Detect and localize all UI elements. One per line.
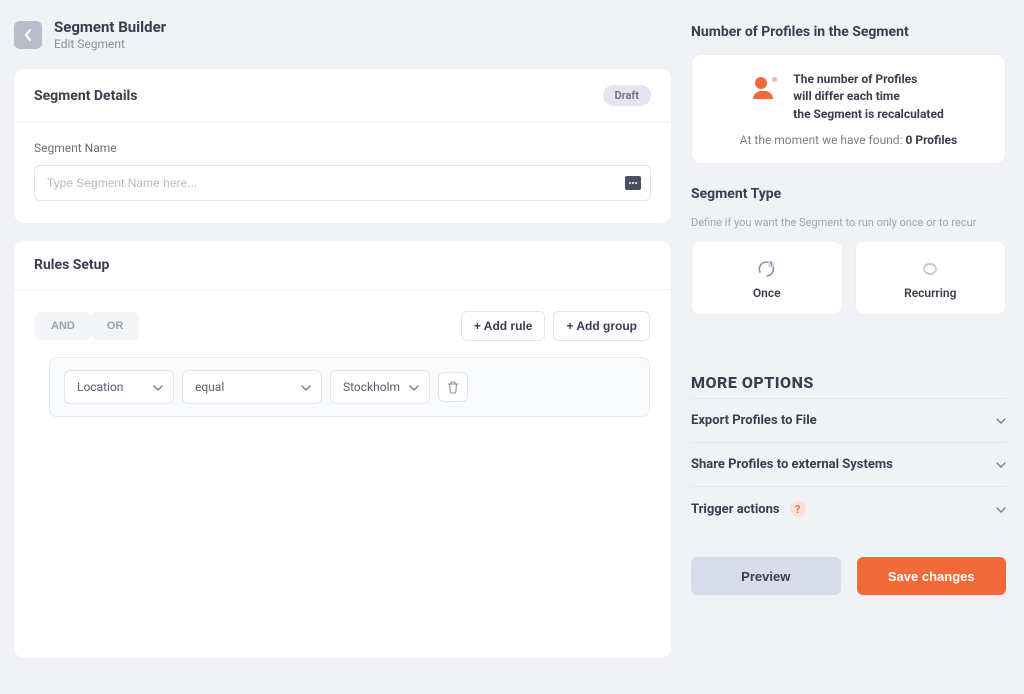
segment-type-sub: Define if you want the Segment to run on…: [691, 216, 1006, 229]
profiles-heading: Number of Profiles in the Segment: [691, 24, 1006, 40]
rule-value-select[interactable]: Stockholm: [330, 370, 430, 404]
type-once-label: Once: [692, 286, 842, 300]
logic-toggle: AND OR: [35, 312, 139, 340]
info-line: will differ each time: [793, 88, 943, 105]
info-line: The number of Profiles: [793, 71, 943, 88]
rule-field-value: Location: [77, 380, 123, 394]
rule-operator-select[interactable]: equal: [182, 370, 322, 404]
add-group-button[interactable]: + Add group: [553, 311, 650, 341]
segment-type-heading: Segment Type: [691, 186, 1006, 202]
page-title: Segment Builder: [54, 18, 166, 36]
type-recurring-card[interactable]: Recurring: [855, 241, 1007, 315]
logic-and-button[interactable]: AND: [35, 312, 91, 340]
chevron-down-icon: [409, 380, 419, 394]
preview-button[interactable]: Preview: [691, 557, 841, 595]
profiles-info-box: The number of Profiles will differ each …: [691, 54, 1006, 164]
option-trigger-label: Trigger actions: [691, 502, 780, 517]
once-icon: 1: [692, 258, 842, 280]
status-badge: Draft: [603, 85, 651, 106]
rules-heading: Rules Setup: [34, 257, 109, 273]
option-share[interactable]: Share Profiles to external Systems: [691, 442, 1006, 486]
delete-rule-button[interactable]: [438, 372, 468, 402]
trash-icon: [447, 381, 459, 394]
rule-row: Location equal Stockholm: [49, 357, 650, 417]
option-share-label: Share Profiles to external Systems: [691, 457, 893, 472]
page-subtitle: Edit Segment: [54, 37, 166, 51]
ellipsis-icon[interactable]: [625, 176, 641, 190]
page-header: Segment Builder Edit Segment: [14, 18, 671, 51]
segment-name-label: Segment Name: [34, 141, 651, 155]
profiles-found: At the moment we have found: 0 Profiles: [710, 133, 987, 147]
svg-text:1: 1: [769, 262, 772, 268]
recurring-icon: [856, 258, 1006, 280]
chevron-down-icon: [153, 380, 163, 394]
chevron-down-icon: [996, 502, 1006, 517]
segment-details-card: Segment Details Draft Segment Name: [14, 69, 671, 223]
rule-field-select[interactable]: Location: [64, 370, 174, 404]
segment-name-input[interactable]: [34, 165, 651, 201]
help-icon: ?: [790, 501, 806, 517]
logic-or-button[interactable]: OR: [91, 312, 140, 340]
type-once-card[interactable]: 1 Once: [691, 241, 843, 315]
add-rule-button[interactable]: + Add rule: [461, 311, 546, 341]
save-button[interactable]: Save changes: [857, 557, 1007, 595]
info-line: the Segment is recalculated: [793, 106, 943, 123]
option-export[interactable]: Export Profiles to File: [691, 398, 1006, 442]
option-trigger[interactable]: Trigger actions ?: [691, 486, 1006, 531]
type-recurring-label: Recurring: [856, 286, 1006, 300]
details-heading: Segment Details: [34, 88, 137, 104]
chevron-down-icon: [301, 380, 311, 394]
rules-setup-card: Rules Setup AND OR + Add rule + Add grou…: [14, 241, 671, 658]
chevron-left-icon: [24, 29, 32, 41]
back-button[interactable]: [14, 21, 42, 49]
more-options-heading: MORE OPTIONS: [691, 373, 1006, 392]
option-export-label: Export Profiles to File: [691, 413, 817, 428]
chevron-down-icon: [996, 457, 1006, 472]
rule-value-value: Stockholm: [343, 380, 400, 394]
rule-operator-value: equal: [195, 380, 224, 394]
chevron-down-icon: [996, 413, 1006, 428]
profiles-icon: [753, 77, 781, 99]
